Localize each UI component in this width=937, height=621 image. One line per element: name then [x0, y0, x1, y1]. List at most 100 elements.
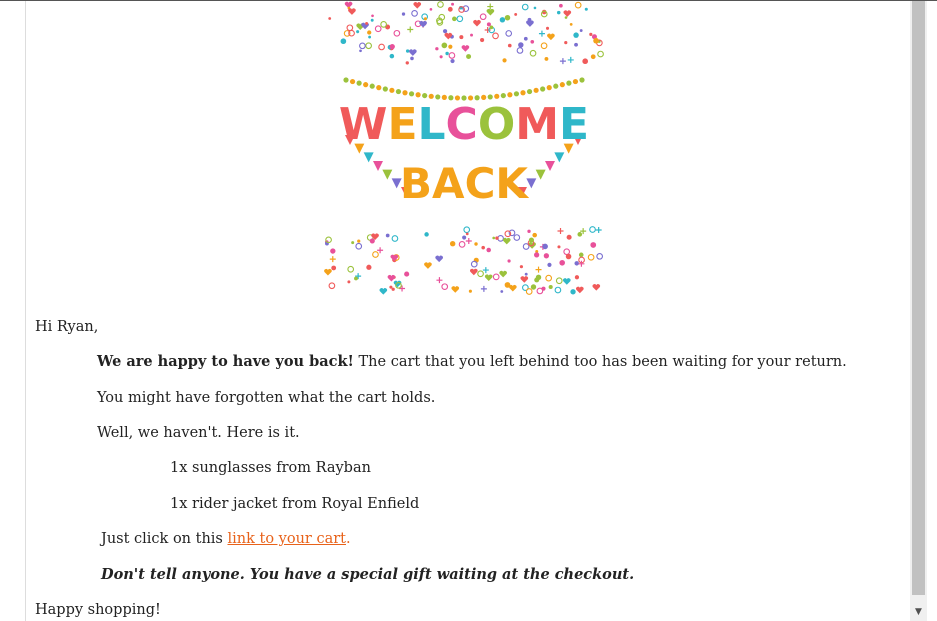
- confetti-dot: [502, 58, 507, 63]
- confetti-dot: [439, 55, 443, 59]
- confetti-dot: [530, 284, 537, 290]
- welcome-rest-text: The cart that you left behind too has be…: [353, 354, 847, 370]
- confetti-dot: [449, 241, 456, 247]
- confetti-dot: [340, 38, 347, 45]
- welcome-letter: W: [339, 99, 388, 150]
- garland-bead: [526, 88, 533, 95]
- confetti-dot: [442, 29, 448, 34]
- garland-bead: [546, 85, 552, 91]
- confetti-dot: [445, 51, 449, 56]
- paragraph-welcome: We are happy to have you back! The cart …: [97, 353, 847, 371]
- welcome-letter: E: [559, 99, 589, 150]
- confetti-dot: [518, 42, 524, 48]
- confetti-dot: [573, 32, 579, 38]
- confetti-dot: [465, 232, 469, 236]
- confetti-dot: [523, 36, 528, 41]
- garland-bead: [349, 78, 356, 85]
- garland-bead: [520, 90, 526, 96]
- welcome-letter: L: [418, 99, 446, 150]
- confetti-dot: [357, 239, 361, 243]
- confetti-dot: [370, 18, 374, 22]
- confetti-dot: [544, 56, 549, 61]
- confetti-dot: [331, 265, 337, 271]
- confetti-dot: [507, 43, 512, 48]
- confetti-dot: [593, 37, 599, 44]
- garland-bead: [507, 92, 513, 98]
- confetti-dot: [354, 276, 358, 281]
- confetti-dot: [462, 235, 467, 240]
- garland-bead: [376, 85, 382, 91]
- garland-bead: [540, 86, 546, 92]
- confetti-dot: [435, 47, 439, 51]
- garland-bead: [408, 91, 415, 97]
- welcome-back-illustration: WELCOME BACK: [312, 1, 616, 301]
- confetti-dot: [389, 53, 395, 59]
- confetti-dot: [452, 16, 457, 22]
- confetti-dot: [574, 42, 578, 47]
- confetti-dot: [367, 30, 372, 35]
- confetti-dot: [500, 290, 504, 293]
- garland-bead: [382, 86, 388, 92]
- confetti-dot: [423, 17, 427, 21]
- confetti-dot: [504, 14, 511, 21]
- paragraph-here-it-is: Well, we haven't. Here is it.: [97, 425, 300, 441]
- banner-back-text: BACK: [400, 159, 529, 208]
- confetti-dot: [535, 274, 542, 281]
- banner-welcome-text: WELCOME: [339, 99, 589, 150]
- confetti-dot: [528, 237, 535, 243]
- confetti-dot: [356, 30, 360, 34]
- confetti-dot: [441, 42, 448, 49]
- confetti-dot: [564, 16, 568, 19]
- garland-bead: [566, 80, 572, 86]
- garland-bead: [513, 91, 520, 97]
- confetti-dot: [564, 41, 568, 45]
- vertical-scrollbar[interactable]: ▼: [910, 1, 927, 621]
- confetti-dot: [366, 264, 372, 270]
- garland-bead: [559, 82, 565, 88]
- confetti-dot: [391, 287, 395, 291]
- welcome-letter: C: [446, 99, 478, 150]
- confetti-dot: [589, 32, 593, 36]
- confetti-dot: [569, 22, 573, 26]
- confetti-dot: [474, 242, 478, 246]
- garland-bead: [356, 80, 362, 86]
- confetti-dot: [542, 243, 548, 250]
- confetti-dot: [468, 289, 472, 293]
- garland-bead: [553, 83, 559, 89]
- cart-item-sunglasses: 1x sunglasses from Rayban: [170, 460, 371, 476]
- garland-bead: [389, 87, 395, 93]
- cart-link-suffix: .: [345, 531, 351, 547]
- paragraph-special-gift: Don't tell anyone. You have a special gi…: [101, 566, 635, 583]
- scroll-down-arrow-icon[interactable]: ▼: [910, 604, 927, 621]
- confetti-dot: [405, 49, 410, 53]
- welcome-back-banner-image: WELCOME BACK: [312, 1, 616, 301]
- confetti-dot: [480, 37, 485, 43]
- garland-bead: [579, 77, 585, 83]
- confetti-dot: [499, 17, 506, 23]
- confetti-dot: [347, 280, 351, 284]
- confetti-dot: [470, 33, 473, 37]
- link-to-cart[interactable]: link to your cart: [227, 531, 346, 547]
- garland-bead: [363, 82, 369, 88]
- confetti-dot: [368, 35, 371, 39]
- garland-bead: [500, 92, 506, 99]
- confetti-dot: [543, 253, 550, 259]
- confetti-dot: [527, 229, 531, 233]
- confetti-dot: [574, 275, 580, 280]
- welcome-letter: M: [515, 99, 559, 150]
- confetti-dot: [557, 245, 561, 249]
- scrollbar-thumb[interactable]: [912, 1, 925, 595]
- confetti-dot: [570, 289, 576, 295]
- confetti-dot: [582, 58, 589, 65]
- confetti-dot: [579, 29, 583, 32]
- confetti-dot: [424, 232, 429, 237]
- confetti-dot: [524, 272, 528, 276]
- garland-bead: [415, 92, 421, 98]
- confetti-dot: [448, 44, 453, 49]
- confetti-dot: [365, 21, 369, 25]
- confetti-dot: [584, 7, 588, 11]
- confetti-dot: [566, 234, 572, 240]
- confetti-dot: [328, 17, 332, 20]
- welcome-bold-text: We are happy to have you back!: [97, 353, 354, 370]
- confetti-dot: [385, 233, 390, 238]
